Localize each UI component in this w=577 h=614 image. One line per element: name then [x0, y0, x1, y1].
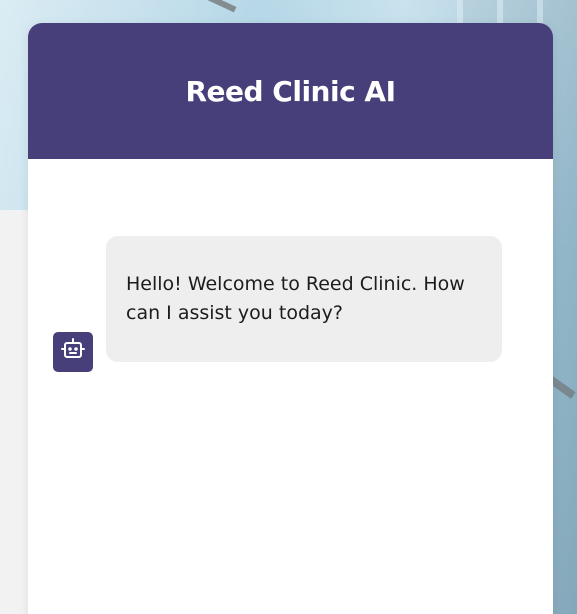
bot-avatar [53, 332, 93, 372]
robot-icon [60, 337, 86, 367]
chat-window: Reed Clinic AI Hello! Welcome to Reed Cl… [28, 23, 553, 614]
bot-message: Hello! Welcome to Reed Clinic. How can I… [53, 236, 502, 372]
chat-messages: Hello! Welcome to Reed Clinic. How can I… [28, 159, 553, 614]
message-bubble: Hello! Welcome to Reed Clinic. How can I… [106, 236, 502, 362]
chat-header: Reed Clinic AI [28, 23, 553, 159]
chat-title: Reed Clinic AI [185, 74, 396, 108]
